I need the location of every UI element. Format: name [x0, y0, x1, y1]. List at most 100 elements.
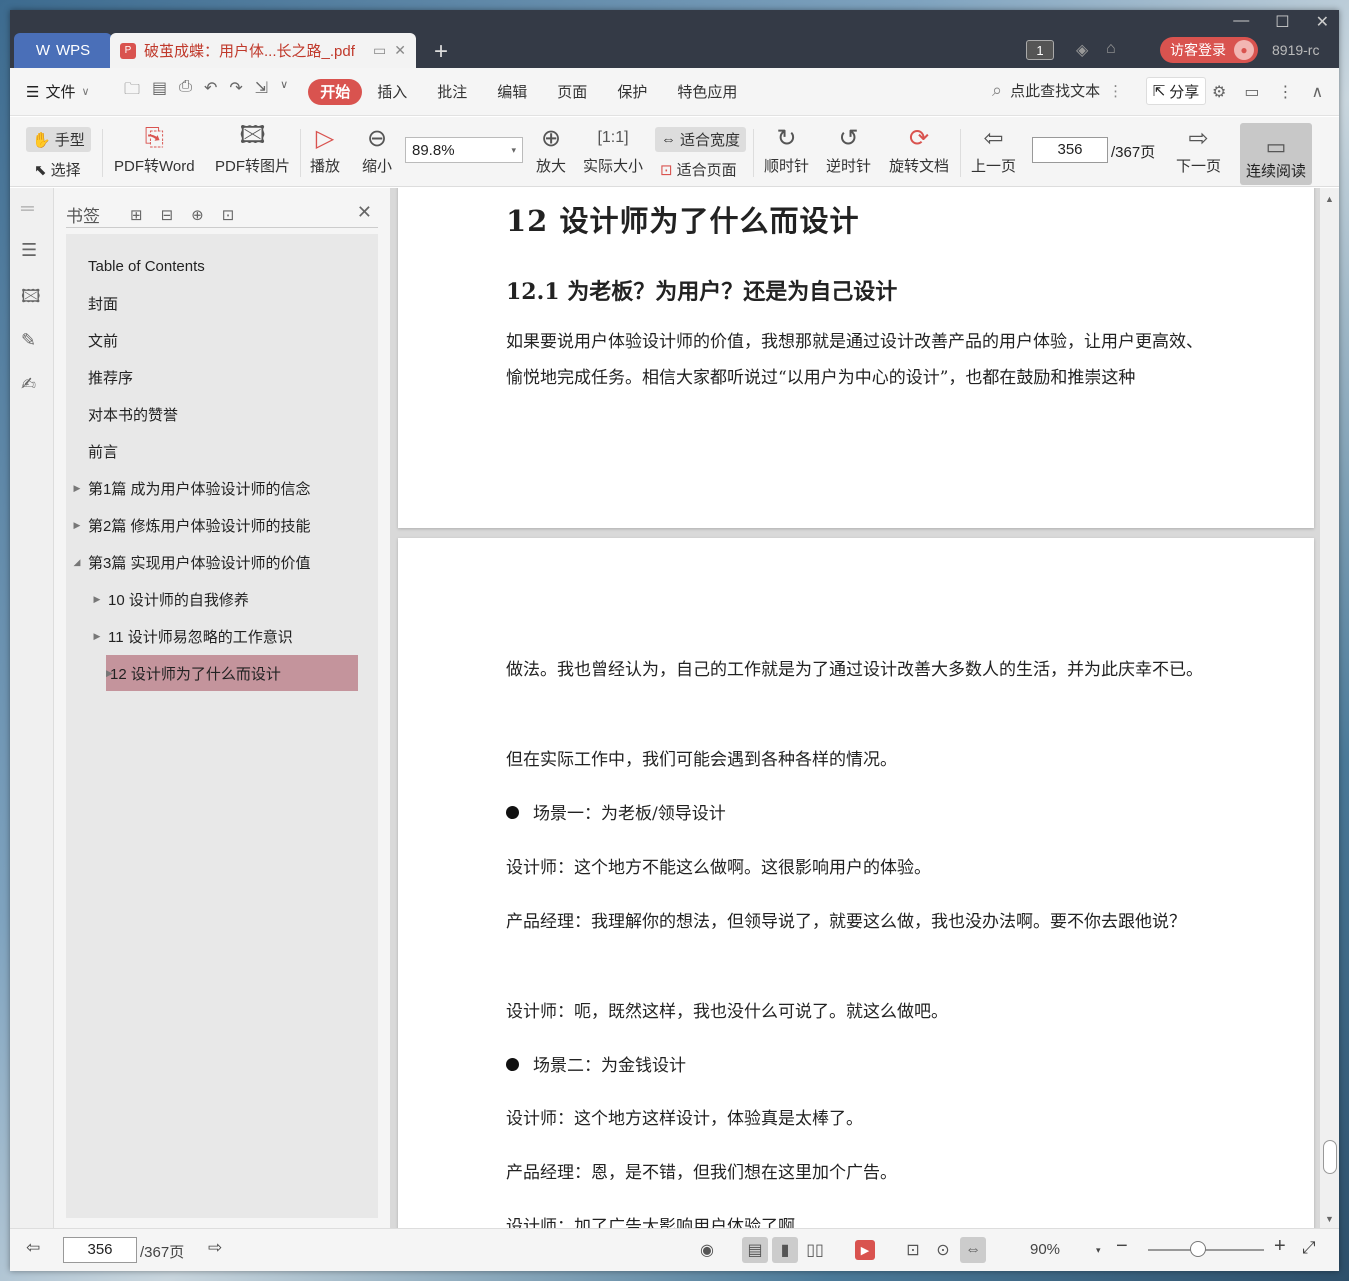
pdf-to-word-button[interactable]: ⎘ PDF转Word	[114, 121, 195, 176]
visitor-login-button[interactable]: 访客登录 ●	[1160, 37, 1258, 63]
expand-arrow-icon[interactable]: ▶	[86, 594, 108, 605]
more-options-icon[interactable]: ⋮	[1277, 82, 1293, 102]
file-menu[interactable]: ☰ 文件 ∨	[26, 81, 106, 102]
two-page-view-icon[interactable]: ▯▯	[802, 1237, 828, 1263]
maximize-icon[interactable]: ☐	[1275, 12, 1289, 32]
next-page-button[interactable]: ⇨ 下一页	[1176, 121, 1221, 176]
bookmark-item[interactable]: 文前	[66, 322, 118, 358]
vertical-scrollbar[interactable]: ▲ ▼	[1320, 188, 1339, 1228]
redo-icon[interactable]: ↷	[229, 78, 242, 105]
zoom-dropdown-icon[interactable]: ▾	[1096, 1245, 1101, 1256]
shirt-icon[interactable]: ⌂	[1106, 40, 1116, 58]
actual-size-button[interactable]: [1:1] 实际大小	[583, 121, 643, 176]
bookmark-item[interactable]: ▶ 第1篇 成为用户体验设计师的信念	[66, 470, 311, 506]
bookmark-item[interactable]: 前言	[66, 433, 118, 469]
tab-annotate[interactable]: 批注	[422, 79, 482, 105]
page-number-input[interactable]: 356	[1032, 137, 1108, 163]
bookmark-item[interactable]: ▶ 11 设计师易忽略的工作意识	[86, 618, 293, 654]
monitor-icon[interactable]: ▭	[373, 42, 386, 59]
close-window-icon[interactable]: ✕	[1316, 12, 1329, 32]
bookmark-item[interactable]: ▶ 12 设计师为了什么而设计	[106, 655, 358, 691]
comment-icon[interactable]: ▭	[1244, 82, 1259, 102]
skin-icon[interactable]: ◈	[1076, 40, 1088, 60]
fullscreen-icon[interactable]: ⤢	[1302, 1238, 1316, 1258]
status-next-page-icon[interactable]: ⇨	[208, 1238, 222, 1258]
more-vertical-icon[interactable]: ⋮	[1108, 82, 1123, 100]
open-folder-icon[interactable]: 🗀	[124, 78, 140, 105]
signature-icon[interactable]: ✍	[21, 374, 36, 395]
settings-gear-icon[interactable]: ⚙	[1212, 82, 1226, 102]
scroll-up-icon[interactable]: ▲	[1325, 194, 1334, 204]
status-page-input[interactable]: 356	[63, 1237, 137, 1263]
eye-protection-icon[interactable]: ◉	[694, 1237, 720, 1263]
close-tab-icon[interactable]: ✕	[394, 42, 406, 59]
expand-all-icon[interactable]: ⊞	[130, 206, 143, 224]
expand-arrow-icon[interactable]: ▶	[66, 520, 88, 531]
zoom-slider-handle[interactable]	[1190, 1241, 1206, 1257]
status-fit-width-icon[interactable]: ⇔	[960, 1237, 986, 1263]
collapse-all-icon[interactable]: ⊟	[161, 206, 174, 224]
bookmark-item[interactable]: 对本书的赞誉	[66, 396, 178, 432]
play-button[interactable]: ▷ 播放	[310, 121, 340, 176]
annotation-icon[interactable]: ✎	[21, 330, 36, 351]
zoom-slider[interactable]	[1148, 1241, 1264, 1257]
continuous-view-icon[interactable]: ▮	[772, 1237, 798, 1263]
bookmark-options-icon[interactable]: ⊡	[222, 206, 235, 224]
rotate-counter-clockwise-button[interactable]: ↺ 逆时针	[826, 121, 871, 176]
find-text-button[interactable]: ⌕ 点此查找文本 ⋮	[992, 80, 1123, 101]
bookmark-item[interactable]: ▶ 10 设计师的自我修养	[86, 581, 249, 617]
drag-handle-icon[interactable]: ═	[21, 198, 34, 219]
bookmark-item[interactable]: 推荐序	[66, 359, 133, 395]
expand-arrow-icon[interactable]: ▶	[86, 631, 108, 642]
save-icon[interactable]: ▤	[152, 78, 167, 105]
bookmark-item[interactable]: Table of Contents	[66, 248, 205, 284]
tab-protect[interactable]: 保护	[602, 79, 662, 105]
pdf-to-image-button[interactable]: 🖾 PDF转图片	[215, 121, 290, 176]
new-tab-plus-icon[interactable]: +	[434, 38, 448, 66]
scrollbar-thumb[interactable]	[1323, 1140, 1337, 1174]
fit-width-button[interactable]: ⇔ 适合宽度	[655, 127, 747, 152]
thumbnail-icon[interactable]: 🖾	[21, 284, 41, 314]
more-dropdown-icon[interactable]: ∨	[280, 78, 288, 105]
zoom-out-button[interactable]: ⊖ 缩小	[362, 121, 392, 176]
wps-home-tab[interactable]: W WPS	[14, 33, 112, 68]
add-bookmark-icon[interactable]: ⊕	[191, 206, 204, 224]
bookmark-item[interactable]: ◢ 第3篇 实现用户体验设计师的价值	[66, 544, 311, 580]
zoom-percent-text[interactable]: 90%	[1030, 1241, 1060, 1258]
collapse-ribbon-icon[interactable]: ∧	[1311, 82, 1323, 102]
expand-arrow-icon[interactable]: ◢	[66, 557, 88, 568]
print-icon[interactable]: ⎙	[179, 78, 192, 105]
close-panel-icon[interactable]: ✕	[357, 202, 372, 223]
zoom-out-minus-icon[interactable]: −	[1116, 1235, 1128, 1258]
share-button[interactable]: ⇱ 分享	[1146, 77, 1206, 105]
window-count-badge[interactable]: 1	[1026, 40, 1054, 60]
zoom-in-plus-icon[interactable]: +	[1274, 1235, 1286, 1258]
rotate-clockwise-button[interactable]: ↻ 顺时针	[764, 121, 809, 176]
scroll-down-icon[interactable]: ▼	[1325, 1214, 1334, 1224]
fit-page-button[interactable]: ⊡ 适合页面	[660, 159, 737, 180]
undo-icon[interactable]: ↶	[204, 78, 217, 105]
previous-page-button[interactable]: ⇦ 上一页	[971, 121, 1016, 176]
status-actual-size-icon[interactable]: ⊡	[900, 1237, 926, 1263]
document-tab[interactable]: P 破茧成蝶：用户体...长之路_.pdf ▭ ✕	[110, 33, 416, 68]
zoom-in-button[interactable]: ⊕ 放大	[536, 121, 566, 176]
status-play-icon[interactable]: ▶	[855, 1240, 875, 1260]
bookmark-item[interactable]: 封面	[66, 285, 118, 321]
hand-tool-button[interactable]: ✋ 手型	[26, 127, 91, 152]
document-view[interactable]: 12 设计师为了什么而设计 12.1 为老板？为用户？还是为自己设计 如果要说用…	[390, 188, 1320, 1228]
expand-arrow-icon[interactable]: ▶	[66, 483, 88, 494]
rotate-document-button[interactable]: ⟳ 旋转文档	[889, 121, 949, 176]
continuous-reading-button[interactable]: ▭ 连续阅读	[1240, 123, 1312, 185]
status-prev-page-icon[interactable]: ⇦	[26, 1238, 40, 1258]
bookmark-item[interactable]: ▶ 第2篇 修炼用户体验设计师的技能	[66, 507, 311, 543]
tab-start[interactable]: 开始	[308, 78, 363, 105]
export-icon[interactable]: ⇲	[255, 78, 268, 105]
minimize-icon[interactable]: —	[1233, 12, 1249, 32]
select-tool-button[interactable]: ⬉ 选择	[34, 159, 81, 180]
status-fit-page-icon[interactable]: ⊙	[930, 1237, 956, 1263]
bookmark-list-icon[interactable]: ☰	[21, 240, 37, 261]
tab-features[interactable]: 特色应用	[662, 79, 752, 105]
tab-edit[interactable]: 编辑	[482, 79, 542, 105]
single-page-view-icon[interactable]: ▤	[742, 1237, 768, 1263]
tab-insert[interactable]: 插入	[362, 79, 422, 105]
